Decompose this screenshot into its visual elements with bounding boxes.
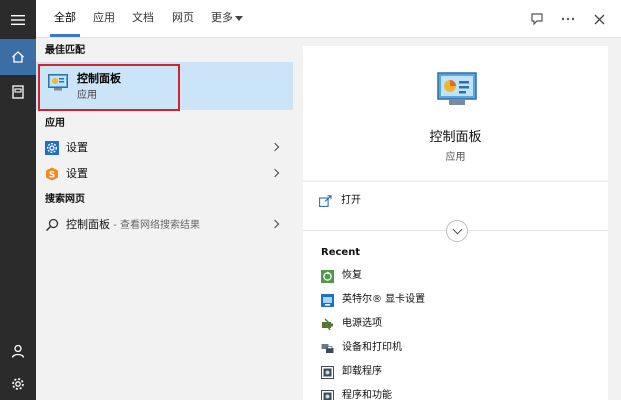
preview-pane: 控制面板 应用 打开 Recent 恢复 英特尔® 显卡设置 电源选项 设备和打… <box>293 38 621 400</box>
web-search-result[interactable]: 控制面板 - 查看网络搜索结果 <box>36 213 293 239</box>
web-search-label: 控制面板 - 查看网络搜索结果 <box>66 218 200 233</box>
recent-item-label: 程序和功能 <box>342 390 392 400</box>
programs-features-icon <box>321 390 334 400</box>
preview-header-card: 控制面板 应用 <box>303 46 608 180</box>
recovery-icon <box>321 270 334 283</box>
best-match-item[interactable]: 控制面板 应用 <box>36 62 293 111</box>
menu-button[interactable] <box>0 2 36 38</box>
windows-search-panel: 全部 应用 文档 网页 更多 最佳匹配 控制面板 应用 应用 设置 S 设置 搜… <box>0 0 621 400</box>
account-button[interactable] <box>0 333 36 369</box>
app-result-label: 设置 <box>66 167 88 180</box>
close-icon <box>594 14 604 24</box>
chevron-right-icon[interactable] <box>270 168 280 178</box>
user-icon <box>11 344 25 358</box>
uninstall-icon <box>321 366 334 379</box>
control-panel-icon <box>48 74 68 91</box>
settings-rail-button[interactable] <box>0 366 36 400</box>
preview-title: 控制面板 <box>429 130 482 145</box>
tab-all[interactable]: 全部 <box>54 11 76 25</box>
expand-button[interactable] <box>446 220 468 242</box>
feedback-button[interactable] <box>528 10 546 28</box>
preview-subtitle: 应用 <box>445 152 466 163</box>
best-match-subtitle: 应用 <box>77 90 97 101</box>
recent-item-label: 卸载程序 <box>342 366 382 377</box>
search-tabs-bar: 全部 应用 文档 网页 更多 <box>36 0 621 38</box>
home-icon <box>12 51 24 63</box>
best-match-heading: 最佳匹配 <box>45 45 85 56</box>
app-result-settings[interactable]: 设置 <box>36 136 293 162</box>
more-options-icon <box>561 17 575 21</box>
open-action-label: 打开 <box>341 195 361 206</box>
recent-item-label: 电源选项 <box>342 318 382 329</box>
app-result-label: 设置 <box>66 141 88 154</box>
documents-rail-button[interactable] <box>0 74 36 110</box>
options-button[interactable] <box>559 10 577 28</box>
tab-documents[interactable]: 文档 <box>132 11 154 25</box>
web-search-query: 控制面板 <box>66 218 110 231</box>
feedback-icon <box>531 13 543 26</box>
web-search-heading: 搜索网页 <box>45 194 85 205</box>
search-results-pane: 最佳匹配 控制面板 应用 应用 设置 S 设置 搜索网页 控制面板 - 查看网络… <box>36 38 293 400</box>
home-button[interactable] <box>0 39 36 75</box>
chevron-down-icon <box>235 16 243 21</box>
left-rail <box>0 0 36 400</box>
settings-gear-icon <box>45 141 59 155</box>
open-icon <box>319 195 332 207</box>
recent-item-label: 恢复 <box>342 270 362 281</box>
control-panel-large-icon <box>437 72 477 105</box>
tab-more[interactable]: 更多 <box>211 11 233 25</box>
web-search-suffix: - 查看网络搜索结果 <box>110 220 200 231</box>
best-match-title: 控制面板 <box>77 72 121 85</box>
tab-apps[interactable]: 应用 <box>93 11 115 25</box>
apps-heading: 应用 <box>45 118 65 129</box>
preview-actions-card: 打开 Recent 恢复 英特尔® 显卡设置 电源选项 设备和打印机 卸载程序 … <box>303 182 608 400</box>
close-button[interactable] <box>590 10 608 28</box>
recent-heading: Recent <box>321 247 361 258</box>
recent-item-label: 设备和打印机 <box>342 342 402 353</box>
search-icon <box>45 218 59 232</box>
recent-item-label: 英特尔® 显卡设置 <box>342 294 426 305</box>
settings-s-icon: S <box>46 167 58 181</box>
document-icon <box>12 85 24 99</box>
active-tab-indicator <box>50 34 80 37</box>
devices-printers-icon <box>321 344 334 353</box>
app-result-settings-2[interactable]: S 设置 <box>36 162 293 188</box>
chevron-right-icon[interactable] <box>270 142 280 152</box>
chevron-right-icon[interactable] <box>270 219 280 229</box>
gear-icon <box>12 378 24 390</box>
svg-text:S: S <box>49 171 55 181</box>
tab-web[interactable]: 网页 <box>172 11 194 25</box>
power-options-icon <box>322 318 333 331</box>
intel-graphics-icon <box>321 294 334 307</box>
hamburger-menu-icon <box>11 15 25 25</box>
